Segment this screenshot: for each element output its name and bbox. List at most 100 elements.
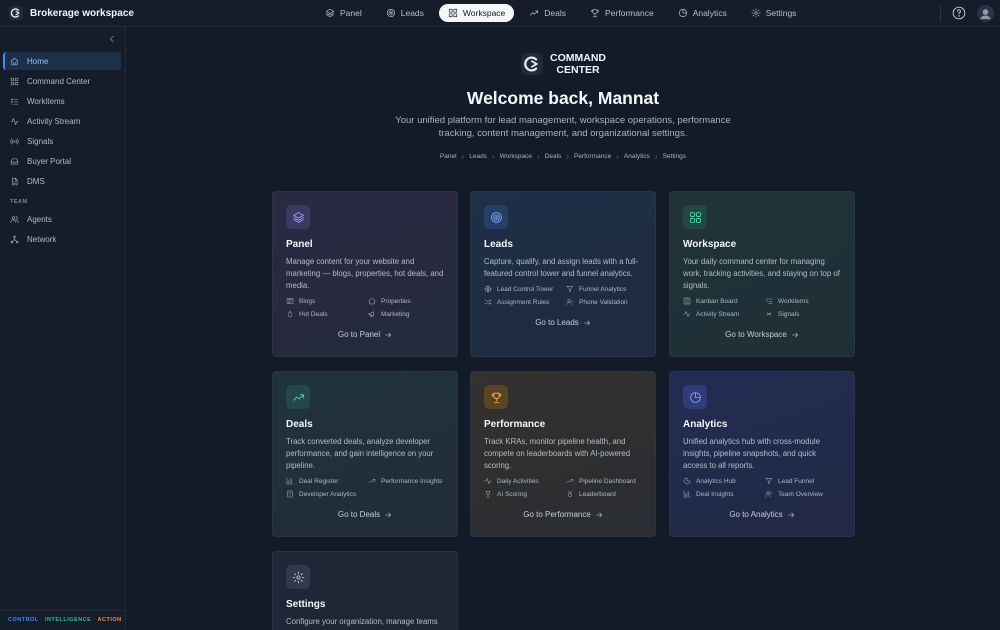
tab-panel[interactable]: Panel xyxy=(316,4,371,22)
tagline-control: CONTROL xyxy=(8,617,39,623)
breadcrumb-performance[interactable]: Performance xyxy=(574,153,611,160)
tab-settings[interactable]: Settings xyxy=(742,4,806,22)
home-icon xyxy=(10,57,19,65)
link-properties[interactable]: Properties xyxy=(368,297,450,305)
sidebar-item-home[interactable]: Home xyxy=(3,52,121,70)
card-links: Kanban Board Workitems Activity Stream S… xyxy=(683,297,841,318)
top-bar: Brokerage workspace Panel Leads Workspac… xyxy=(0,0,1000,27)
link-daily-activities[interactable]: Daily Activities xyxy=(484,477,566,485)
trending-up-icon xyxy=(566,479,574,483)
tagline-action: ACTION xyxy=(97,617,122,623)
user-avatar-icon xyxy=(977,5,994,22)
go-to-deals-button[interactable]: Go to Deals xyxy=(286,510,444,519)
link-signals[interactable]: Signals xyxy=(765,310,847,318)
go-to-analytics-button[interactable]: Go to Analytics xyxy=(683,510,841,519)
sidebar-item-buyer-portal[interactable]: Buyer Portal xyxy=(3,152,121,170)
tagline-separator: · xyxy=(93,617,96,623)
home-icon xyxy=(368,297,376,305)
breadcrumb-workspace[interactable]: Workspace xyxy=(500,153,532,160)
grid-icon xyxy=(10,77,19,85)
link-team-overview[interactable]: Team Overview xyxy=(765,490,847,498)
card-title: Settings xyxy=(286,599,326,610)
tab-deals[interactable]: Deals xyxy=(520,4,575,22)
brand[interactable]: Brokerage workspace xyxy=(9,6,134,20)
link-analytics-hub[interactable]: Analytics Hub xyxy=(683,477,765,485)
link-hot-deals[interactable]: Hot Deals xyxy=(286,310,368,318)
breadcrumb-analytics[interactable]: Analytics xyxy=(624,153,650,160)
link-assignment-rules[interactable]: Assignment Rules xyxy=(484,298,566,306)
link-label: Activity Stream xyxy=(696,310,740,318)
link-kanban-board[interactable]: Kanban Board xyxy=(683,297,765,305)
sidebar-item-label: Signals xyxy=(27,136,54,146)
link-pipeline-dashboard[interactable]: Pipeline Dashboard xyxy=(566,477,648,485)
link-leaderboard[interactable]: Leaderboard xyxy=(566,490,648,498)
tab-performance[interactable]: Performance xyxy=(581,4,663,22)
link-performance-insights[interactable]: Performance Insights xyxy=(368,477,450,485)
link-label: Developer Analytics xyxy=(299,490,357,498)
sidebar-item-workitems[interactable]: Workitems xyxy=(3,92,121,110)
trophy-icon xyxy=(486,491,490,498)
breadcrumb-deals[interactable]: Deals xyxy=(545,153,562,160)
breadcrumb-settings[interactable]: Settings xyxy=(663,153,687,160)
globe-icon xyxy=(484,285,492,293)
tab-leads[interactable]: Leads xyxy=(377,4,433,22)
tab-analytics[interactable]: Analytics xyxy=(669,4,736,22)
tab-workspace[interactable]: Workspace xyxy=(438,4,515,22)
link-blogs[interactable]: Blogs xyxy=(286,297,368,305)
module-card-analytics: Analytics Unified analytics hub with cro… xyxy=(669,371,855,537)
pie-chart-icon xyxy=(689,391,701,403)
card-links: Blogs Properties Hot Deals Marketing xyxy=(286,297,444,318)
breadcrumb: Panel › Leads › Workspace › Deals › Perf… xyxy=(413,152,713,161)
sidebar-collapse-button[interactable] xyxy=(107,34,117,44)
sidebar-item-command-center[interactable]: Command Center xyxy=(3,72,121,90)
link-lead-control-tower[interactable]: Lead Control Tower xyxy=(484,285,566,293)
link-deal-insights[interactable]: Deal Insights xyxy=(683,490,765,498)
building-icon xyxy=(287,490,293,498)
sidebar-item-activity-stream[interactable]: Activity Stream xyxy=(3,112,121,130)
go-to-leads-button[interactable]: Go to Leads xyxy=(484,318,642,327)
breadcrumb-leads[interactable]: Leads xyxy=(469,153,487,160)
breadcrumb-panel[interactable]: Panel xyxy=(440,153,457,160)
link-ai-scoring[interactable]: AI Scoring xyxy=(484,490,566,498)
card-links: Deal Register Performance Insights Devel… xyxy=(286,477,444,498)
avatar[interactable] xyxy=(977,5,994,22)
link-funnel-analytics[interactable]: Funnel Analytics xyxy=(566,285,648,293)
card-icon-badge xyxy=(286,385,310,409)
activity-icon xyxy=(10,117,19,125)
sidebar-item-label: DMS xyxy=(27,176,45,186)
module-card-leads: Leads Capture, qualify, and assign leads… xyxy=(470,191,656,357)
bar-chart-icon xyxy=(286,477,294,485)
help-button[interactable] xyxy=(952,6,966,20)
go-to-workspace-button[interactable]: Go to Workspace xyxy=(683,330,841,339)
go-to-performance-button[interactable]: Go to Performance xyxy=(484,510,642,519)
trending-up-icon xyxy=(292,393,304,401)
link-phone-validation[interactable]: Phone Validation xyxy=(566,298,648,306)
sidebar-item-network[interactable]: Network xyxy=(3,230,121,248)
go-to-panel-button[interactable]: Go to Panel xyxy=(286,330,444,339)
radio-icon xyxy=(10,138,19,144)
sidebar: Home Command Center Workitems Activity S… xyxy=(0,27,126,630)
arrow-right-icon xyxy=(385,512,392,517)
link-developer-analytics[interactable]: Developer Analytics xyxy=(286,490,368,498)
chevron-right-icon: › xyxy=(654,152,658,161)
medal-icon xyxy=(568,490,572,497)
sidebar-item-signals[interactable]: Signals xyxy=(3,132,121,150)
link-workitems[interactable]: Workitems xyxy=(765,297,847,305)
page-title: Welcome back, Mannat xyxy=(466,88,660,108)
activity-icon xyxy=(484,478,492,484)
chevron-right-icon: › xyxy=(616,152,619,161)
link-marketing[interactable]: Marketing xyxy=(368,310,450,318)
card-description: Your daily command center for managing w… xyxy=(683,257,840,290)
go-label: Go to Performance xyxy=(523,510,591,519)
arrow-right-icon xyxy=(595,512,602,517)
sidebar-item-dms[interactable]: DMS xyxy=(3,172,121,190)
link-deal-register[interactable]: Deal Register xyxy=(286,477,368,485)
card-description: Track converted deals, analyze developer… xyxy=(286,437,434,470)
go-label: Go to Leads xyxy=(535,318,579,327)
go-label: Go to Deals xyxy=(337,510,381,519)
gear-icon xyxy=(751,8,761,18)
link-label: Phone Validation xyxy=(579,298,628,306)
link-activity-stream[interactable]: Activity Stream xyxy=(683,310,765,318)
sidebar-item-agents[interactable]: Agents xyxy=(3,210,121,228)
link-lead-funnel[interactable]: Lead Funnel xyxy=(765,477,847,485)
